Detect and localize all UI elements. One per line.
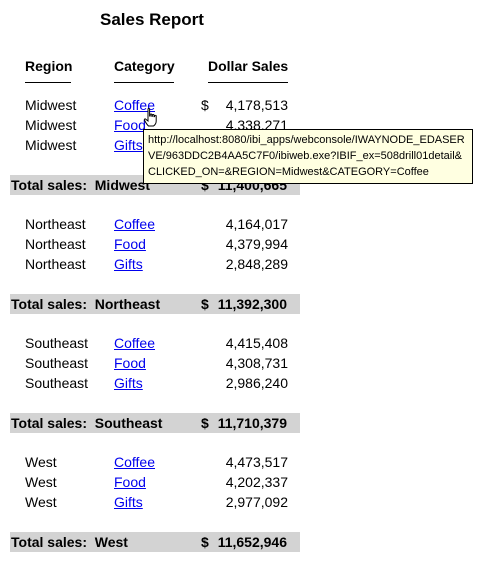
- row-amount: 4,379,994: [225, 236, 288, 252]
- row-amount: 4,164,017: [225, 216, 288, 232]
- row-amount: 4,202,337: [225, 474, 288, 490]
- total-label: Total sales: Northeast: [11, 296, 161, 312]
- total-amount: 11,652,946: [217, 534, 287, 550]
- header-underline-dollar-sales: [208, 82, 288, 83]
- row-region: Northeast: [25, 256, 86, 272]
- row-region: Midwest: [25, 117, 77, 133]
- category-link[interactable]: Coffee: [114, 453, 155, 471]
- header-underline-region: [25, 82, 71, 83]
- row-region: Midwest: [25, 97, 77, 113]
- category-link[interactable]: Food: [114, 473, 146, 491]
- total-amount: 11,392,300: [217, 296, 287, 312]
- row-region: Southeast: [25, 375, 89, 391]
- header-region: Region: [25, 58, 73, 74]
- row-amount: 4,473,517: [225, 454, 288, 470]
- category-link[interactable]: Food: [114, 235, 146, 253]
- header-dollar-sales: Dollar Sales: [208, 58, 289, 74]
- hand-pointer-icon: [143, 108, 157, 127]
- category-link[interactable]: Gifts: [114, 255, 143, 273]
- total-label: Total sales: Southeast: [11, 415, 163, 431]
- category-link[interactable]: Gifts: [114, 136, 143, 154]
- row-amount: 2,986,240: [225, 375, 288, 391]
- row-region: Southeast: [25, 335, 89, 351]
- total-label: Total sales: West: [11, 534, 128, 550]
- category-link[interactable]: Gifts: [114, 493, 143, 511]
- total-label: Total sales: Midwest: [11, 177, 150, 193]
- link-tooltip: http://localhost:8080/ibi_apps/webconsol…: [143, 129, 473, 184]
- row-region: West: [25, 494, 57, 510]
- total-amount: 11,710,379: [217, 415, 287, 431]
- row-region: Northeast: [25, 216, 86, 232]
- category-link[interactable]: Food: [114, 354, 146, 372]
- row-amount: 2,977,092: [225, 494, 288, 510]
- row-region: Southeast: [25, 355, 89, 371]
- category-link[interactable]: Food: [114, 116, 146, 134]
- row-amount: 4,415,408: [225, 335, 288, 351]
- row-region: Midwest: [25, 137, 77, 153]
- header-underline-category: [114, 82, 174, 83]
- row-region: West: [25, 454, 57, 470]
- row-amount: 4,178,513: [225, 97, 288, 113]
- report-title: Sales Report: [100, 10, 204, 29]
- category-link[interactable]: Coffee: [114, 215, 155, 233]
- row-region: Northeast: [25, 236, 86, 252]
- header-category: Category: [114, 58, 175, 74]
- row-region: West: [25, 474, 57, 490]
- category-link[interactable]: Gifts: [114, 374, 143, 392]
- row-amount: 4,308,731: [225, 355, 288, 371]
- category-link[interactable]: Coffee: [114, 334, 155, 352]
- row-amount: 2,848,289: [225, 256, 288, 272]
